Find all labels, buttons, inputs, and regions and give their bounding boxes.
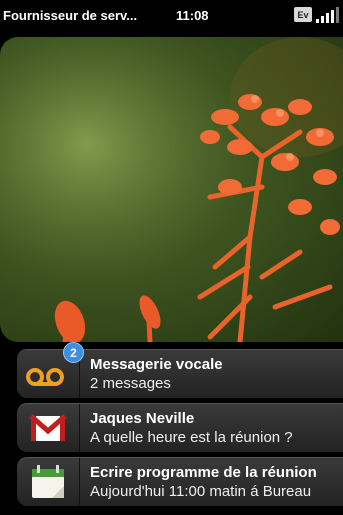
notification-subtitle: 2 messages (90, 375, 171, 392)
wallpaper-photo[interactable] (0, 37, 343, 342)
notification-title: Jaques Neville (90, 410, 195, 427)
notification-title: Messagerie vocale (90, 356, 223, 373)
network-badge: Ev (294, 7, 312, 22)
notification-subtitle: A quelle heure est la réunion ? (90, 429, 293, 446)
status-bar: Fournisseur de serv... 11:08 Ev (0, 0, 343, 30)
voicemail-count-badge: 2 (63, 342, 84, 363)
calendar-icon (17, 458, 80, 506)
email-icon (17, 404, 80, 452)
notification-voicemail[interactable]: 2 Messagerie vocale 2 messages (17, 342, 343, 398)
notification-calendar[interactable]: Ecrire programme de la réunion Aujourd'h… (17, 457, 343, 506)
signal-strength-icon (314, 7, 343, 23)
clock: 11:08 (176, 8, 209, 23)
carrier-name: Fournisseur de serv... (3, 8, 138, 23)
flower-image (0, 37, 343, 342)
notification-title: Ecrire programme de la réunion (90, 464, 317, 481)
notification-email[interactable]: Jaques Neville A quelle heure est la réu… (17, 403, 343, 452)
voicemail-icon: 2 (17, 342, 84, 398)
notification-subtitle: Aujourd'hui 11:00 matin á Bureau (90, 483, 312, 500)
